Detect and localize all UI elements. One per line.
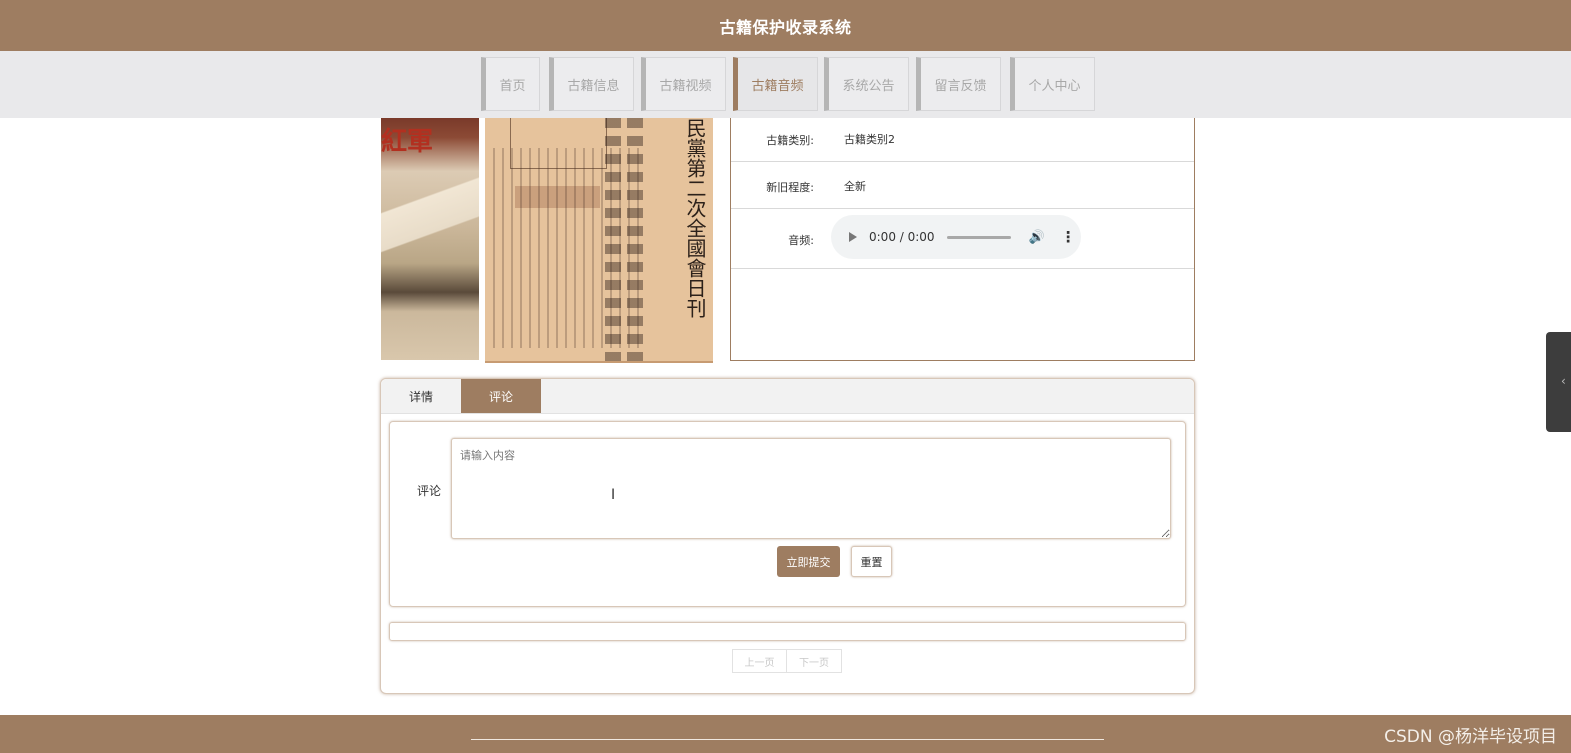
nav-announcements[interactable]: 系统公告 xyxy=(824,57,909,111)
detail-tabs-panel: 详情 评论 评论 立即提交 重置 上一页 下一页 xyxy=(380,378,1195,694)
nav-feedback[interactable]: 留言反馈 xyxy=(916,57,1001,111)
watermark: CSDN @杨洋毕设项目 xyxy=(1384,727,1557,747)
nav-book-info[interactable]: 古籍信息 xyxy=(549,57,634,111)
comment-form: 评论 立即提交 重置 xyxy=(389,421,1186,607)
condition-label: 新旧程度: xyxy=(766,181,814,194)
play-icon[interactable] xyxy=(849,232,857,242)
nav-home[interactable]: 首页 xyxy=(481,57,540,111)
audio-progress-slider[interactable] xyxy=(946,235,1011,239)
submit-button[interactable]: 立即提交 xyxy=(777,546,840,577)
detail-row-condition: 新旧程度: 全新 xyxy=(731,162,1194,209)
tab-comments[interactable]: 评论 xyxy=(461,379,541,413)
audio-label: 音频: xyxy=(788,234,814,247)
cover-title: 紅軍 xyxy=(381,127,434,157)
text-cursor-icon: I xyxy=(611,487,616,503)
reset-button[interactable]: 重置 xyxy=(851,546,892,577)
comment-label: 评论 xyxy=(417,484,442,498)
more-vert-icon[interactable]: ⋮ xyxy=(1061,228,1076,246)
audio-player[interactable]: 0:00 / 0:00 🔊 ⋮ xyxy=(831,215,1081,259)
book-details-panel: 古籍类别: 古籍类别2 新旧程度: 全新 音频: 0:00 / 0:00 🔊 ⋮ xyxy=(730,118,1195,361)
tab-bar: 详情 评论 xyxy=(381,379,1194,414)
footer-divider xyxy=(471,739,1104,740)
page-vertical-title: 民黨第二次全國會日刊 xyxy=(683,118,707,318)
detail-row-category: 古籍类别: 古籍类别2 xyxy=(731,118,1194,162)
comment-input[interactable] xyxy=(451,438,1171,539)
side-drawer-toggle[interactable]: ‹ xyxy=(1546,332,1571,432)
app-title: 古籍保护收录系统 xyxy=(719,17,852,37)
next-page-button[interactable]: 下一页 xyxy=(787,649,842,673)
book-cover-image: 紅軍 xyxy=(381,118,479,360)
footer: CSDN @杨洋毕设项目 xyxy=(0,715,1571,753)
book-page-image: 民黨第二次全國會日刊 xyxy=(485,118,713,363)
nav-book-audio[interactable]: 古籍音频 xyxy=(733,57,818,111)
audio-time: 0:00 / 0:00 xyxy=(869,230,935,244)
tab-details[interactable]: 详情 xyxy=(381,379,461,413)
prev-page-button[interactable]: 上一页 xyxy=(732,649,787,673)
nav-user-center[interactable]: 个人中心 xyxy=(1010,57,1095,111)
category-label: 古籍类别: xyxy=(766,134,814,147)
volume-icon[interactable]: 🔊 xyxy=(1029,230,1045,245)
condition-value: 全新 xyxy=(844,180,866,193)
app-header: 古籍保护收录系统 xyxy=(0,0,1571,51)
nav-book-video[interactable]: 古籍视频 xyxy=(641,57,726,111)
category-value: 古籍类别2 xyxy=(844,133,895,146)
pagination: 上一页 下一页 xyxy=(732,649,842,673)
comment-list xyxy=(389,622,1186,641)
chevron-left-icon: ‹ xyxy=(1561,374,1566,388)
main-nav: 首页 古籍信息 古籍视频 古籍音频 系统公告 留言反馈 个人中心 xyxy=(0,51,1571,118)
